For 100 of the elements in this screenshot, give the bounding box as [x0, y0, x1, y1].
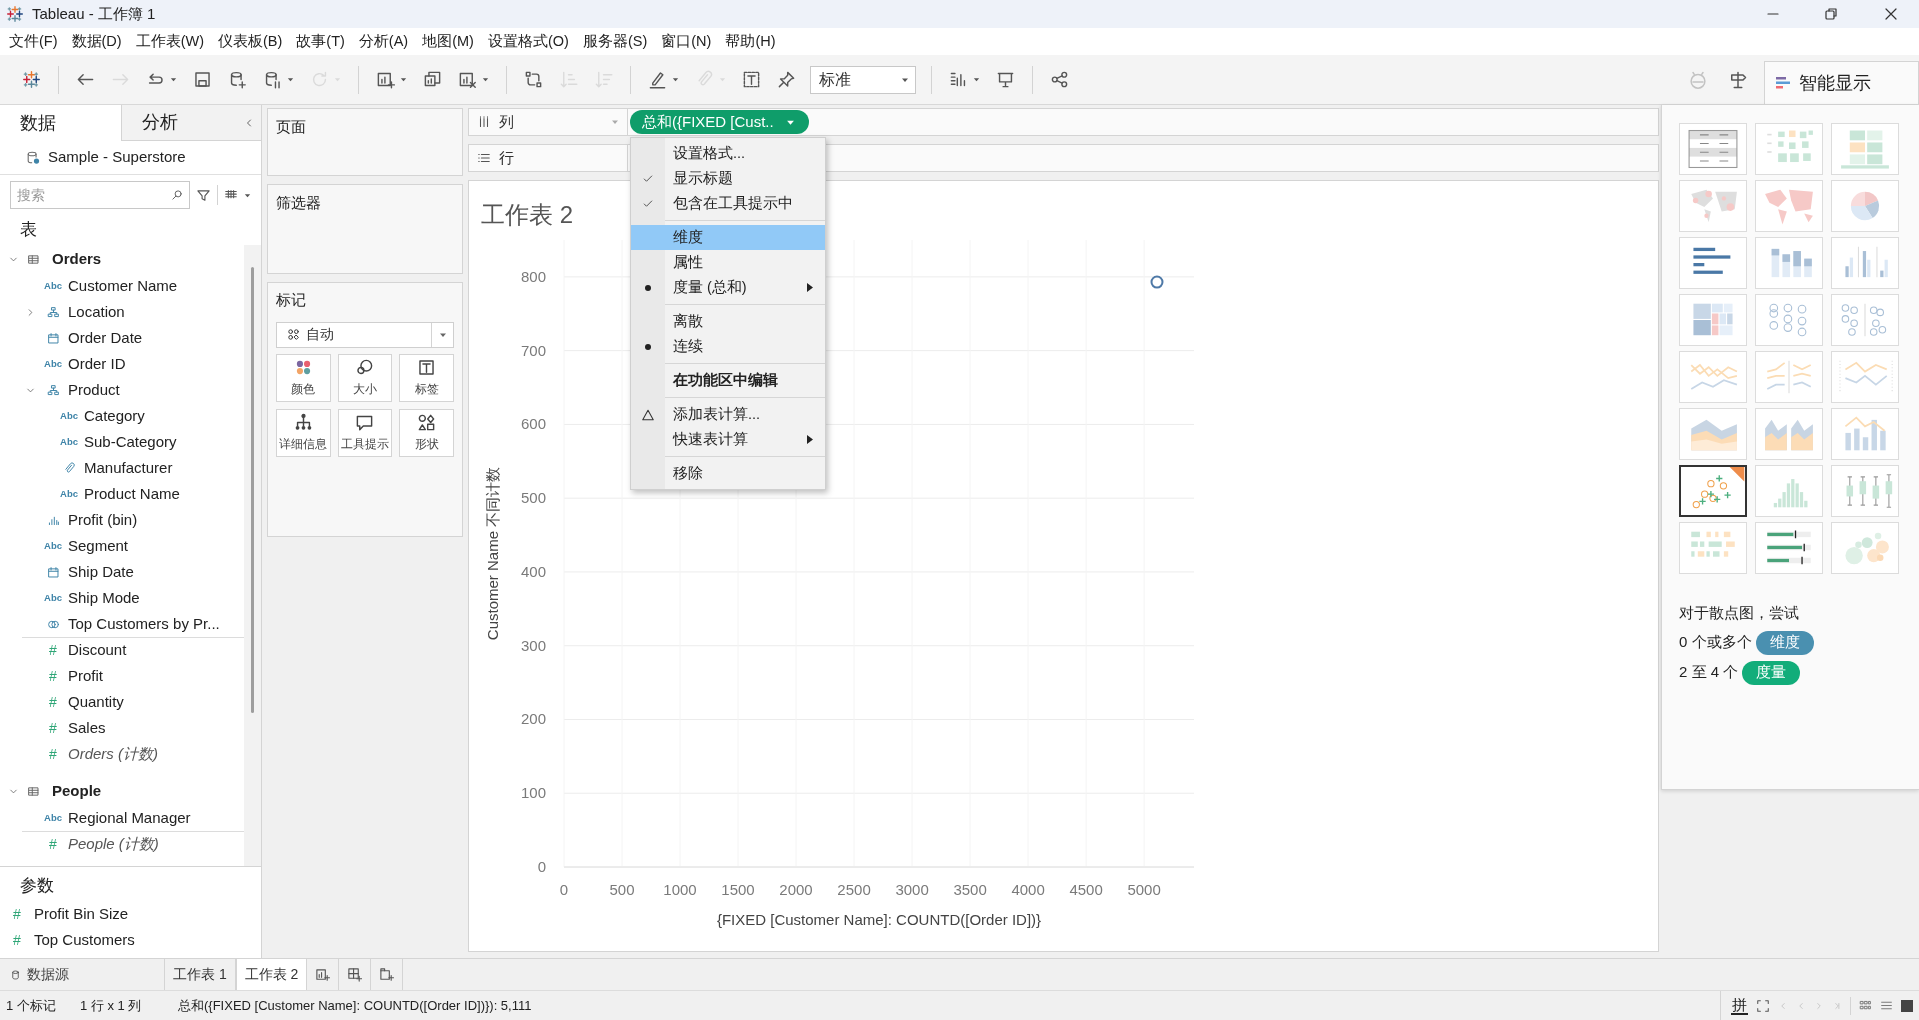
menu-item[interactable]: 度量 (总和) — [631, 275, 825, 300]
symbol-map-thumbnail[interactable] — [1679, 180, 1747, 232]
stacked-bar-thumbnail[interactable] — [1755, 237, 1823, 289]
menu-item[interactable]: 添加表计算... — [631, 402, 825, 427]
field-name[interactable]: Top Customers — [34, 928, 135, 952]
table-name[interactable]: People — [52, 779, 102, 803]
close-icon[interactable] — [1883, 6, 1899, 22]
menu-item[interactable]: 地图(M) — [415, 30, 481, 53]
caret-icon[interactable] — [170, 76, 177, 83]
caret-icon[interactable] — [244, 191, 251, 199]
view-size-select[interactable]: 标准 — [810, 65, 916, 94]
circle-view-thumbnail[interactable] — [1755, 294, 1823, 346]
filled-map-thumbnail[interactable] — [1755, 180, 1823, 232]
menu-item[interactable]: 帮助(H) — [718, 30, 783, 53]
duplicate-icon[interactable] — [423, 70, 442, 89]
mark-property-button[interactable]: 工具提示 — [337, 408, 393, 457]
clear-chart-button[interactable] — [458, 70, 489, 89]
menu-item[interactable]: 在功能区中编辑 — [631, 368, 825, 393]
field-name[interactable]: Profit Bin Size — [34, 902, 129, 926]
highlighter-button[interactable] — [648, 70, 679, 89]
menu-item[interactable]: 分析(A) — [351, 30, 416, 53]
add-chart-icon[interactable] — [376, 70, 395, 89]
menu-item[interactable]: 包含在工具提示中 — [631, 191, 825, 216]
area-chart-thumbnail[interactable] — [1679, 408, 1747, 460]
bar-cards-icon[interactable] — [949, 70, 968, 89]
menu-item[interactable]: 文件(F) — [2, 30, 65, 53]
field-name[interactable]: Quantity — [68, 690, 124, 714]
datasource-name[interactable]: Sample - Superstore — [48, 146, 186, 169]
menu-item[interactable]: 仪表板(B) — [211, 30, 290, 53]
text-box-icon[interactable] — [742, 70, 761, 89]
list-view-icon[interactable] — [1880, 999, 1893, 1012]
new-story-icon[interactable] — [379, 967, 395, 982]
grid-view-icon[interactable] — [1859, 999, 1872, 1012]
field-name[interactable]: Profit (bin) — [68, 508, 138, 532]
filter-icon[interactable] — [196, 187, 211, 203]
caret-icon[interactable] — [400, 76, 407, 83]
menu-item[interactable]: 显示标题 — [631, 166, 825, 191]
field-name[interactable]: Manufacturer — [84, 456, 173, 480]
pause-database-button[interactable] — [263, 70, 294, 89]
field-name[interactable]: Product Name — [84, 482, 180, 506]
new-worksheet-icon[interactable] — [315, 967, 331, 982]
menu-item[interactable]: 离散 — [631, 309, 825, 334]
mark-property-button[interactable]: 大小 — [337, 353, 393, 402]
caret-icon[interactable] — [973, 76, 980, 83]
heat-map-thumbnail[interactable] — [1755, 123, 1823, 175]
bar-cards-button[interactable] — [949, 70, 980, 89]
line-chart-thumbnail[interactable] — [1679, 351, 1747, 403]
tableau-logo-icon[interactable] — [22, 70, 41, 89]
treemap-thumbnail[interactable] — [1679, 294, 1747, 346]
menu-item[interactable]: 故事(T) — [289, 30, 352, 53]
sheet-tab[interactable]: 工作表 2 — [235, 959, 308, 990]
new-dashboard-icon[interactable] — [347, 967, 363, 982]
bullet-graph-thumbnail[interactable] — [1755, 522, 1823, 574]
field-name[interactable]: Category — [84, 404, 145, 428]
field-name[interactable]: Customer Name — [68, 274, 178, 298]
field-name[interactable]: Product — [68, 378, 120, 402]
side-by-side-circles-thumbnail[interactable] — [1831, 294, 1899, 346]
pause-database-icon[interactable] — [263, 70, 282, 89]
fit-icon[interactable] — [1756, 998, 1770, 1013]
search-field[interactable]: 搜索 — [10, 181, 190, 209]
gantt-chart-thumbnail[interactable] — [1679, 522, 1747, 574]
dual-combination-thumbnail[interactable] — [1831, 408, 1899, 460]
field-name[interactable]: Location — [68, 300, 125, 324]
histogram-thumbnail[interactable] — [1755, 465, 1823, 517]
table-name[interactable]: Orders — [52, 247, 102, 271]
box-plot-thumbnail[interactable] — [1831, 465, 1899, 517]
pin-icon[interactable] — [777, 70, 796, 89]
pie-chart-thumbnail[interactable] — [1831, 180, 1899, 232]
field-name[interactable]: Top Customers by Pr... — [68, 612, 220, 636]
field-name[interactable]: Profit — [68, 664, 103, 688]
field-name[interactable]: Ship Date — [68, 560, 134, 584]
field-name[interactable]: Order ID — [68, 352, 126, 376]
menu-item[interactable]: 工作表(W) — [128, 30, 211, 53]
discrete-area-thumbnail[interactable] — [1755, 408, 1823, 460]
mark-property-button[interactable]: 颜色 — [276, 353, 331, 402]
presentation-icon[interactable] — [996, 70, 1015, 89]
restore-icon[interactable] — [1823, 6, 1839, 22]
mark-property-button[interactable]: 标签 — [399, 353, 454, 402]
swap-icon[interactable] — [524, 70, 543, 89]
pane-tab[interactable]: 分析 — [121, 105, 243, 141]
signpost-icon[interactable] — [1728, 69, 1748, 90]
save-icon[interactable] — [193, 70, 212, 89]
packed-bubbles-thumbnail[interactable] — [1831, 522, 1899, 574]
clear-chart-icon[interactable] — [458, 70, 477, 89]
dual-line-thumbnail[interactable] — [1831, 351, 1899, 403]
caret-icon[interactable] — [287, 76, 294, 83]
field-name[interactable]: Orders (计数) — [68, 742, 158, 766]
data-point[interactable] — [1150, 275, 1164, 289]
field-name[interactable]: Ship Mode — [68, 586, 140, 610]
filmstrip-view-icon[interactable] — [1901, 999, 1913, 1012]
field-name[interactable]: Sub-Category — [84, 430, 177, 454]
menu-item[interactable]: 设置格式(O) — [480, 30, 576, 53]
field-name[interactable]: Order Date — [68, 326, 143, 350]
menu-item[interactable]: 连续 — [631, 334, 825, 359]
add-database-icon[interactable] — [228, 70, 247, 89]
show-me-tab[interactable]: 智能显示 — [1764, 61, 1919, 104]
field-name[interactable]: Sales — [68, 716, 106, 740]
scrollbar[interactable] — [244, 245, 261, 866]
horizontal-bar-thumbnail[interactable] — [1679, 237, 1747, 289]
field-name[interactable]: Segment — [68, 534, 129, 558]
